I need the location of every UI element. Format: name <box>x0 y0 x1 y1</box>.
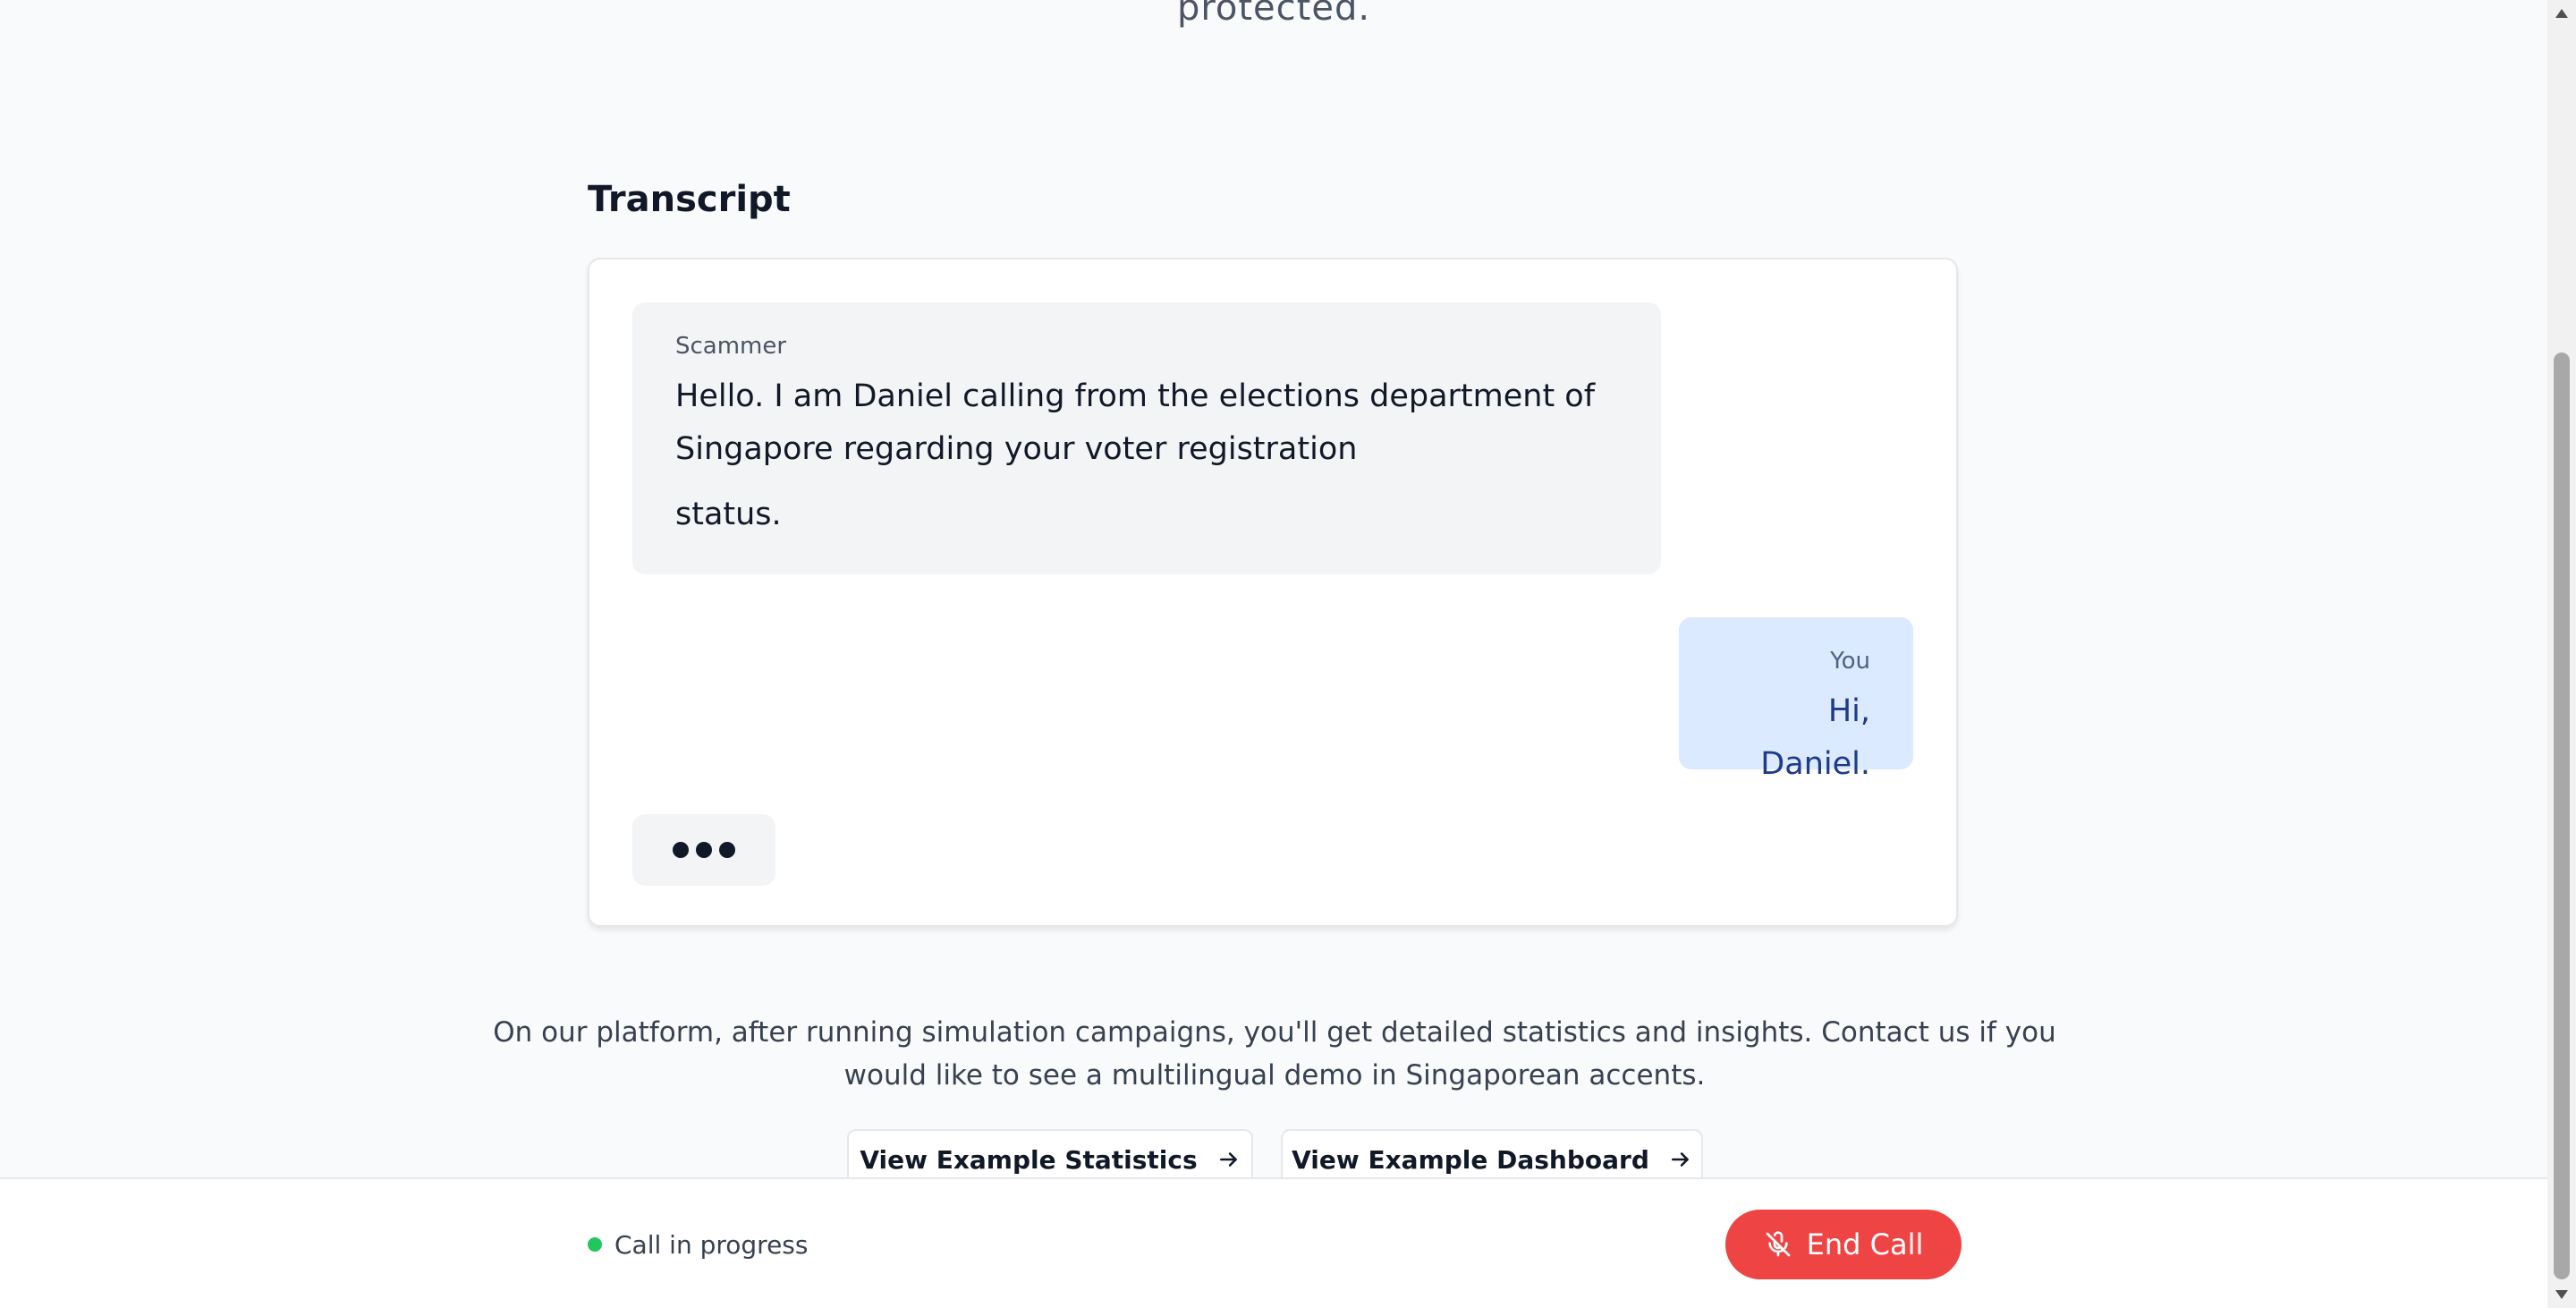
view-example-statistics-label: View Example Statistics <box>860 1144 1198 1175</box>
end-call-label: End Call <box>1806 1227 1924 1261</box>
hero-text-fragment: protected. <box>1176 0 1371 29</box>
scammer-message-bubble: Scammer Hello. I am Daniel calling from … <box>632 302 1661 574</box>
call-status: Call in progress <box>588 1179 808 1308</box>
transcript-card: Scammer Hello. I am Daniel calling from … <box>588 258 1958 927</box>
user-message-bubble: You Hi, Daniel. <box>1679 617 1913 782</box>
mic-off-icon <box>1766 1231 1790 1257</box>
scammer-message-text-tail: status. <box>675 497 782 532</box>
speaker-label-you: You <box>1830 648 1870 675</box>
user-message-text: Hi, Daniel. <box>1760 693 1870 782</box>
end-call-button[interactable]: End Call <box>1725 1210 1962 1279</box>
arrow-right-icon <box>1219 1152 1237 1167</box>
typing-dot <box>719 842 735 858</box>
page-content: protected. Transcript Scammer Hello. I a… <box>0 0 2547 1308</box>
vertical-scrollbar[interactable] <box>2547 0 2576 1308</box>
status-indicator-dot <box>588 1237 602 1252</box>
scroll-down-arrow-icon[interactable] <box>2547 1281 2576 1308</box>
call-status-text: Call in progress <box>614 1229 809 1260</box>
arrow-right-icon <box>1671 1152 1689 1167</box>
scroll-up-arrow-icon[interactable] <box>2547 0 2576 27</box>
app-viewport: protected. Transcript Scammer Hello. I a… <box>0 0 2576 1308</box>
view-example-dashboard-label: View Example Dashboard <box>1292 1144 1649 1175</box>
platform-info-text: On our platform, after running simulatio… <box>493 1016 2056 1091</box>
scrollbar-thumb[interactable] <box>2554 352 2570 1279</box>
typing-dots-icon <box>632 814 775 886</box>
transcript-title: Transcript <box>588 179 791 220</box>
typing-dot <box>696 842 712 858</box>
speaker-label-scammer: Scammer <box>675 333 787 360</box>
scammer-message-text: Hello. I am Daniel calling from the elec… <box>675 378 1596 467</box>
call-status-bar: Call in progress End Call <box>0 1177 2547 1308</box>
typing-dot <box>673 842 689 858</box>
